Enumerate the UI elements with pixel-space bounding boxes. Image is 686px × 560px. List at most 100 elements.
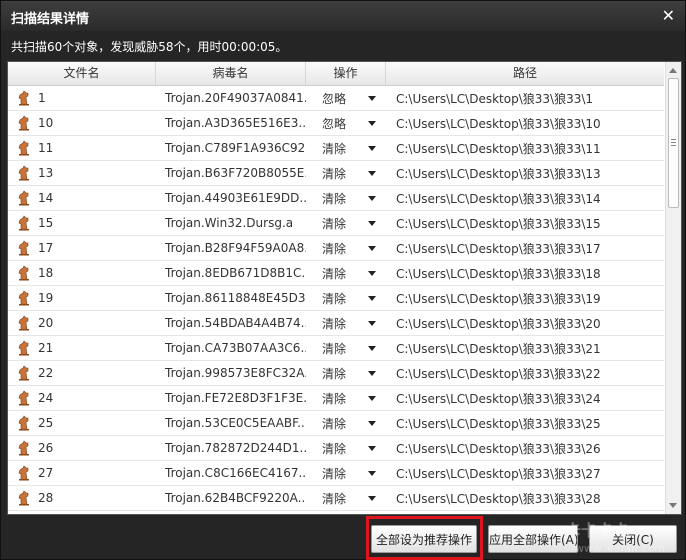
- action-dropdown[interactable]: 清除: [306, 215, 386, 232]
- action-dropdown[interactable]: 清除: [306, 265, 386, 282]
- action-dropdown[interactable]: 清除: [306, 340, 386, 357]
- virus-name-cell: Trojan.Win32.Dursg.a: [165, 216, 294, 230]
- table-row[interactable]: 17 Trojan.B28F94F59A0A8... 清除 C:\Users\L…: [8, 236, 664, 261]
- dropdown-arrow-icon[interactable]: [368, 95, 376, 101]
- title-bar: 扫描结果详情 ✕: [1, 1, 685, 31]
- vertical-scrollbar[interactable]: [665, 62, 681, 514]
- action-dropdown[interactable]: 清除: [306, 440, 386, 457]
- table-row[interactable]: 28 Trojan.62B4BCF9220A... 清除 C:\Users\LC…: [8, 486, 664, 511]
- dropdown-arrow-icon[interactable]: [368, 345, 376, 351]
- scan-summary: 共扫描60个对象，发现威胁58个，用时00:00:05。: [11, 40, 288, 54]
- scroll-thumb[interactable]: [668, 78, 679, 208]
- table-row[interactable]: 18 Trojan.8EDB671D8B1C... 清除 C:\Users\LC…: [8, 261, 664, 286]
- table-row[interactable]: 13 Trojan.B63F720B8055E... 清除 C:\Users\L…: [8, 161, 664, 186]
- column-header-filename[interactable]: 文件名: [8, 62, 156, 85]
- apply-all-button[interactable]: 应用全部操作(A): [488, 525, 578, 553]
- column-header-virus[interactable]: 病毒名: [156, 62, 306, 85]
- path-cell: C:\Users\LC\Desktop\狼33\狼33\15: [396, 216, 601, 231]
- action-dropdown[interactable]: 清除: [306, 165, 386, 182]
- filename-text: 15: [38, 216, 54, 230]
- action-dropdown[interactable]: 忽略: [306, 115, 386, 132]
- action-dropdown[interactable]: 清除: [306, 140, 386, 157]
- action-dropdown[interactable]: 清除: [306, 315, 386, 332]
- close-icon[interactable]: ✕: [662, 6, 675, 25]
- dropdown-arrow-icon[interactable]: [368, 420, 376, 426]
- filename-text: 1: [38, 91, 46, 105]
- trojan-horse-icon: [18, 165, 29, 181]
- virus-name-cell: Trojan.998573E8FC32A...: [165, 366, 306, 380]
- action-label: 清除: [322, 191, 347, 206]
- filename-text: 26: [38, 441, 54, 455]
- action-dropdown[interactable]: 清除: [306, 465, 386, 482]
- filename-text: 14: [38, 191, 54, 205]
- action-dropdown[interactable]: 清除: [306, 390, 386, 407]
- action-dropdown[interactable]: 清除: [306, 290, 386, 307]
- action-dropdown[interactable]: 忽略: [306, 90, 386, 107]
- dropdown-arrow-icon[interactable]: [368, 145, 376, 151]
- filename-text: 10: [38, 116, 54, 130]
- dropdown-arrow-icon[interactable]: [368, 445, 376, 451]
- virus-name-cell: Trojan.B63F720B8055E...: [165, 166, 306, 180]
- table-row[interactable]: 19 Trojan.86118848E45D3... 清除 C:\Users\L…: [8, 286, 664, 311]
- virus-name-cell: Trojan.53CE0C5EAABF...: [165, 416, 306, 430]
- close-button[interactable]: 关闭(C): [589, 525, 677, 553]
- action-dropdown[interactable]: 清除: [306, 365, 386, 382]
- column-header-path[interactable]: 路径: [386, 62, 664, 85]
- scan-results-dialog: 扫描结果详情 ✕ 共扫描60个对象，发现威胁58个，用时00:00:05。 文件…: [0, 0, 686, 560]
- table-row[interactable]: 26 Trojan.782872D244D1... 清除 C:\Users\LC…: [8, 436, 664, 461]
- action-label: 忽略: [322, 116, 347, 131]
- column-header-action[interactable]: 操作: [306, 62, 386, 85]
- table-row[interactable]: 22 Trojan.998573E8FC32A... 清除 C:\Users\L…: [8, 361, 664, 386]
- filename-text: 28: [38, 491, 54, 505]
- table-row[interactable]: 15 Trojan.Win32.Dursg.a 清除 C:\Users\LC\D…: [8, 211, 664, 236]
- action-dropdown[interactable]: 清除: [306, 490, 386, 507]
- dropdown-arrow-icon[interactable]: [368, 470, 376, 476]
- action-label: 清除: [322, 441, 347, 456]
- table-row[interactable]: 24 Trojan.FE72E8D3F1F3E... 清除 C:\Users\L…: [8, 386, 664, 411]
- dropdown-arrow-icon[interactable]: [368, 495, 376, 501]
- action-label: 清除: [322, 316, 347, 331]
- table-row[interactable]: 10 Trojan.A3D365E516E3... 忽略 C:\Users\LC…: [8, 111, 664, 136]
- filename-cell: 11: [8, 140, 156, 156]
- virus-name-cell: Trojan.CA73B07AA3C6...: [165, 341, 306, 355]
- scroll-down-arrow-icon[interactable]: [669, 503, 677, 508]
- dropdown-arrow-icon[interactable]: [368, 245, 376, 251]
- action-label: 清除: [322, 216, 347, 231]
- dropdown-arrow-icon[interactable]: [368, 395, 376, 401]
- filename-cell: 1: [8, 90, 156, 106]
- set-all-recommended-button[interactable]: 全部设为推荐操作: [371, 525, 477, 553]
- dropdown-arrow-icon[interactable]: [368, 295, 376, 301]
- action-dropdown[interactable]: 清除: [306, 190, 386, 207]
- filename-cell: 27: [8, 465, 156, 481]
- action-label: 清除: [322, 291, 347, 306]
- table-row[interactable]: 25 Trojan.53CE0C5EAABF... 清除 C:\Users\LC…: [8, 411, 664, 436]
- path-cell: C:\Users\LC\Desktop\狼33\狼33\24: [396, 391, 601, 406]
- filename-text: 19: [38, 291, 54, 305]
- dropdown-arrow-icon[interactable]: [368, 120, 376, 126]
- filename-cell: 24: [8, 390, 156, 406]
- path-cell: C:\Users\LC\Desktop\狼33\狼33\28: [396, 491, 601, 506]
- table-row[interactable]: 27 Trojan.C8C166EC4167... 清除 C:\Users\LC…: [8, 461, 664, 486]
- action-dropdown[interactable]: 清除: [306, 415, 386, 432]
- trojan-horse-icon: [18, 365, 29, 381]
- scroll-up-arrow-icon[interactable]: [669, 68, 677, 73]
- dropdown-arrow-icon[interactable]: [368, 195, 376, 201]
- filename-text: 20: [38, 316, 54, 330]
- table-row[interactable]: 1 Trojan.20F49037A0841... 忽略 C:\Users\LC…: [8, 86, 664, 111]
- filename-cell: 25: [8, 415, 156, 431]
- dropdown-arrow-icon[interactable]: [368, 270, 376, 276]
- table-row[interactable]: 21 Trojan.CA73B07AA3C6... 清除 C:\Users\LC…: [8, 336, 664, 361]
- dropdown-arrow-icon[interactable]: [368, 370, 376, 376]
- action-dropdown[interactable]: 清除: [306, 240, 386, 257]
- filename-text: 17: [38, 241, 54, 255]
- dropdown-arrow-icon[interactable]: [368, 320, 376, 326]
- dropdown-arrow-icon[interactable]: [368, 170, 376, 176]
- filename-cell: 10: [8, 115, 156, 131]
- table-row[interactable]: 14 Trojan.44903E61E9DD... 清除 C:\Users\LC…: [8, 186, 664, 211]
- path-cell: C:\Users\LC\Desktop\狼33\狼33\10: [396, 116, 601, 131]
- table-row[interactable]: 20 Trojan.54BDAB4A4B74... 清除 C:\Users\LC…: [8, 311, 664, 336]
- filename-cell: 21: [8, 340, 156, 356]
- table-row[interactable]: 11 Trojan.C789F1A936C92... 清除 C:\Users\L…: [8, 136, 664, 161]
- dropdown-arrow-icon[interactable]: [368, 220, 376, 226]
- results-list: 文件名 病毒名 操作 路径 1 Trojan.20F49037A0841... …: [7, 61, 682, 515]
